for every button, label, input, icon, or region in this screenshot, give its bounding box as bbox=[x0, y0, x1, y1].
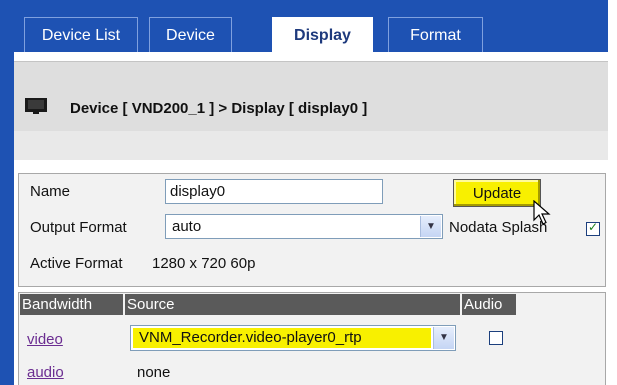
tab-display[interactable]: Display bbox=[272, 17, 373, 52]
active-format-label: Active Format bbox=[30, 255, 123, 272]
audio-checkbox-video[interactable] bbox=[489, 331, 503, 345]
window-frame-right bbox=[608, 0, 617, 385]
monitor-icon bbox=[25, 98, 47, 114]
table-header-row: Bandwidth Source Audio bbox=[20, 294, 516, 315]
column-header-bandwidth: Bandwidth bbox=[20, 294, 123, 315]
output-format-value: auto bbox=[172, 218, 202, 235]
chevron-down-icon[interactable]: ▼ bbox=[433, 327, 454, 349]
display-page: Device [ VND200_1 ] > Display [ display0… bbox=[14, 52, 608, 385]
header-divider bbox=[14, 131, 608, 160]
column-header-audio: Audio bbox=[462, 294, 516, 315]
tab-device-list[interactable]: Device List bbox=[24, 17, 138, 52]
page-header: Device [ VND200_1 ] > Display [ display0… bbox=[14, 61, 608, 132]
chevron-down-icon[interactable]: ▼ bbox=[420, 216, 441, 237]
column-header-source: Source bbox=[125, 294, 460, 315]
bandwidth-link-video[interactable]: video bbox=[27, 331, 63, 348]
display-settings-panel: Name Update Output Format auto ▼ Nodata … bbox=[18, 173, 606, 287]
update-button[interactable]: Update bbox=[453, 179, 541, 207]
tab-bar: Device List Device Display Format bbox=[14, 6, 608, 52]
nodata-splash-label: Nodata Splash bbox=[449, 219, 548, 236]
checkmark-icon: ✓ bbox=[588, 220, 599, 234]
output-format-select[interactable]: auto ▼ bbox=[165, 214, 443, 239]
tab-format[interactable]: Format bbox=[388, 17, 483, 52]
output-format-label: Output Format bbox=[30, 219, 127, 236]
active-format-value: 1280 x 720 60p bbox=[152, 255, 256, 272]
tab-device[interactable]: Device bbox=[149, 17, 232, 52]
name-field[interactable] bbox=[165, 179, 383, 204]
bandwidth-link-audio[interactable]: audio bbox=[27, 364, 64, 381]
source-select-video[interactable]: VNM_Recorder.video-player0_rtp ▼ bbox=[130, 325, 456, 351]
nodata-splash-checkbox[interactable]: ✓ bbox=[586, 220, 600, 236]
source-value-audio: none bbox=[137, 364, 171, 381]
source-table: Bandwidth Source Audio video VNM_Recorde… bbox=[18, 292, 606, 385]
source-value-video: VNM_Recorder.video-player0_rtp bbox=[139, 329, 362, 346]
name-label: Name bbox=[30, 183, 71, 200]
breadcrumb: Device [ VND200_1 ] > Display [ display0… bbox=[70, 100, 368, 117]
window-frame-left bbox=[0, 0, 14, 385]
